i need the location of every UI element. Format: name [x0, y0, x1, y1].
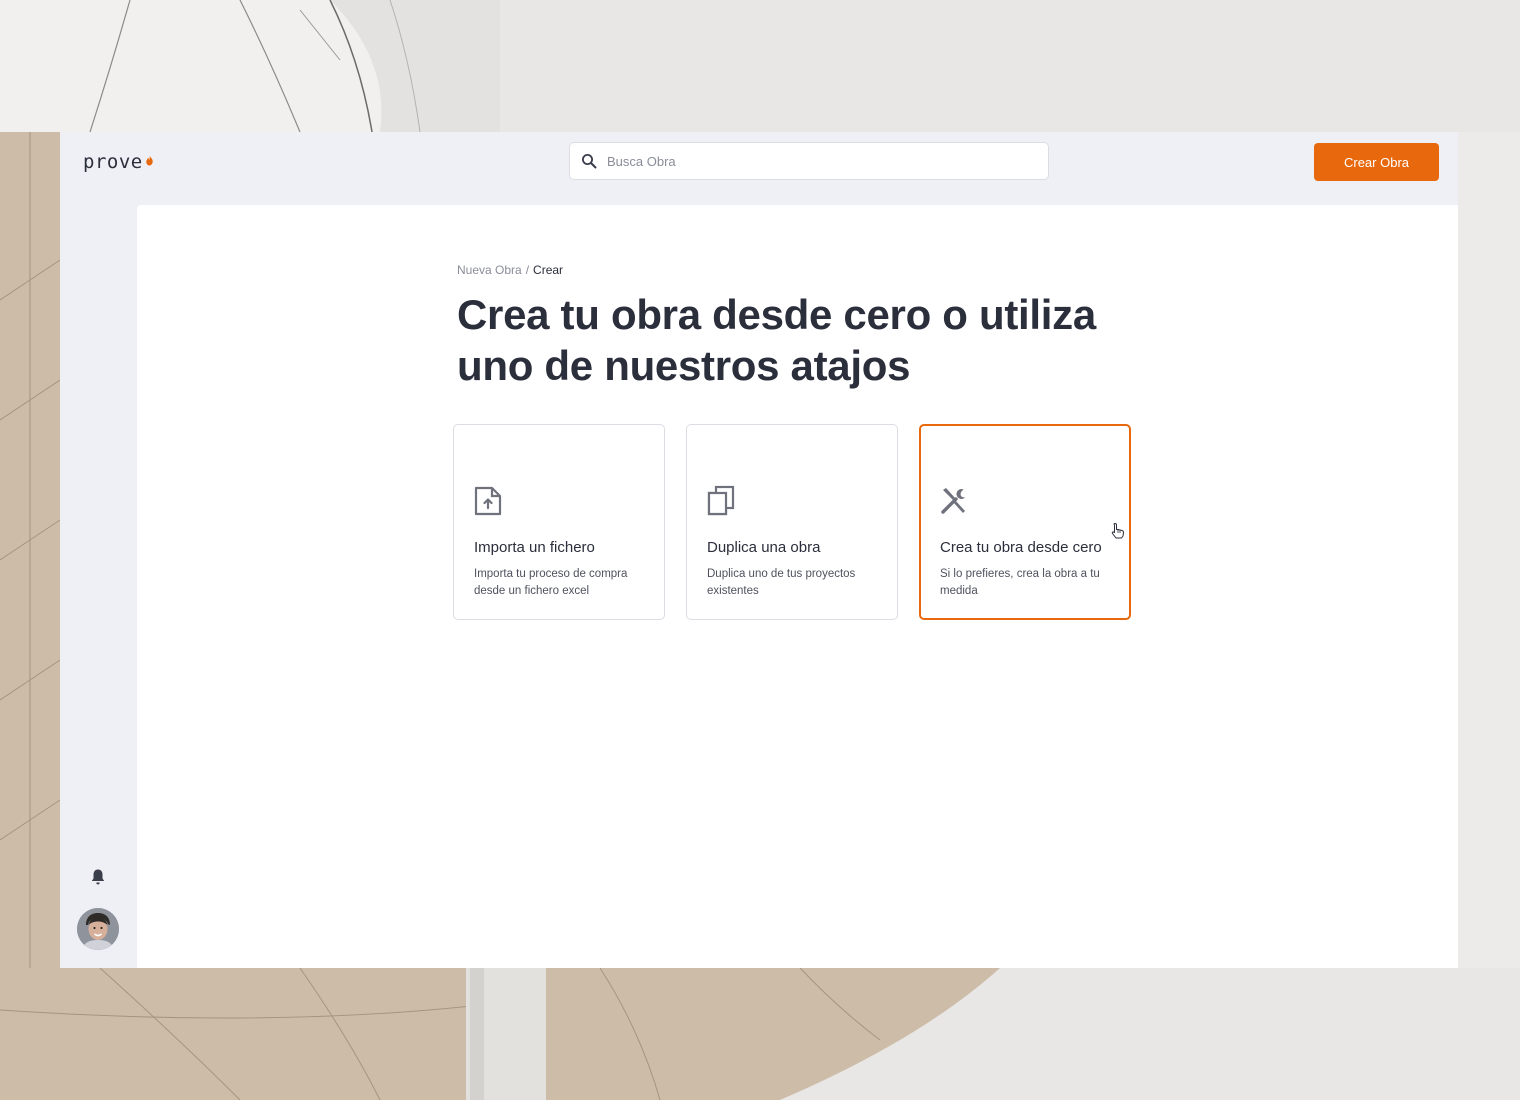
main-panel: Nueva Obra / Crear Crea tu obra desde cero… — [137, 205, 1458, 968]
option-card-import-file[interactable]: Importa un fichero Importa tu proceso de… — [453, 424, 665, 620]
app-window: prove Crear Obra — [60, 132, 1458, 968]
top-bar: prove Crear Obra — [60, 132, 1458, 204]
avatar-image — [77, 908, 119, 950]
search-box[interactable] — [569, 142, 1049, 180]
option-description: Importa tu proceso de compra desde un fi… — [474, 568, 628, 597]
flame-logo-icon — [145, 154, 153, 166]
copy-icon — [707, 485, 735, 516]
option-card-duplicate-obra[interactable]: Duplica una obra Duplica uno de tus proy… — [686, 424, 898, 620]
logo-text: prove — [83, 151, 143, 173]
option-description: Duplica uno de tus proyectos existentes — [707, 568, 856, 597]
breadcrumb-current: Crear — [533, 263, 564, 277]
page-title: Crea tu obra desde cero o utiliza uno de… — [457, 291, 1096, 389]
avatar[interactable] — [77, 908, 119, 950]
file-upload-icon — [474, 486, 502, 516]
bell-icon[interactable] — [90, 868, 106, 886]
option-title: Crea tu obra desde cero — [940, 539, 1102, 556]
option-description: Si lo prefieres, crea la obra a tu medid… — [940, 568, 1100, 597]
pointer-cursor-icon — [1111, 523, 1124, 539]
tools-icon — [941, 488, 965, 514]
option-title: Importa un fichero — [474, 539, 595, 556]
option-cards: Importa un fichero Importa tu proceso de… — [453, 424, 1131, 620]
logo[interactable]: prove — [83, 151, 155, 173]
breadcrumb-separator: / — [525, 263, 530, 277]
option-title: Duplica una obra — [707, 539, 821, 556]
breadcrumb: Nueva Obra / Crear — [457, 263, 563, 277]
search-input[interactable] — [605, 152, 1029, 170]
create-obra-button[interactable]: Crear Obra — [1314, 143, 1439, 181]
option-card-create-from-scratch[interactable]: Crea tu obra desde cero Si lo prefieres,… — [919, 424, 1131, 620]
breadcrumb-parent[interactable]: Nueva Obra — [457, 263, 522, 277]
search-icon — [581, 153, 597, 169]
